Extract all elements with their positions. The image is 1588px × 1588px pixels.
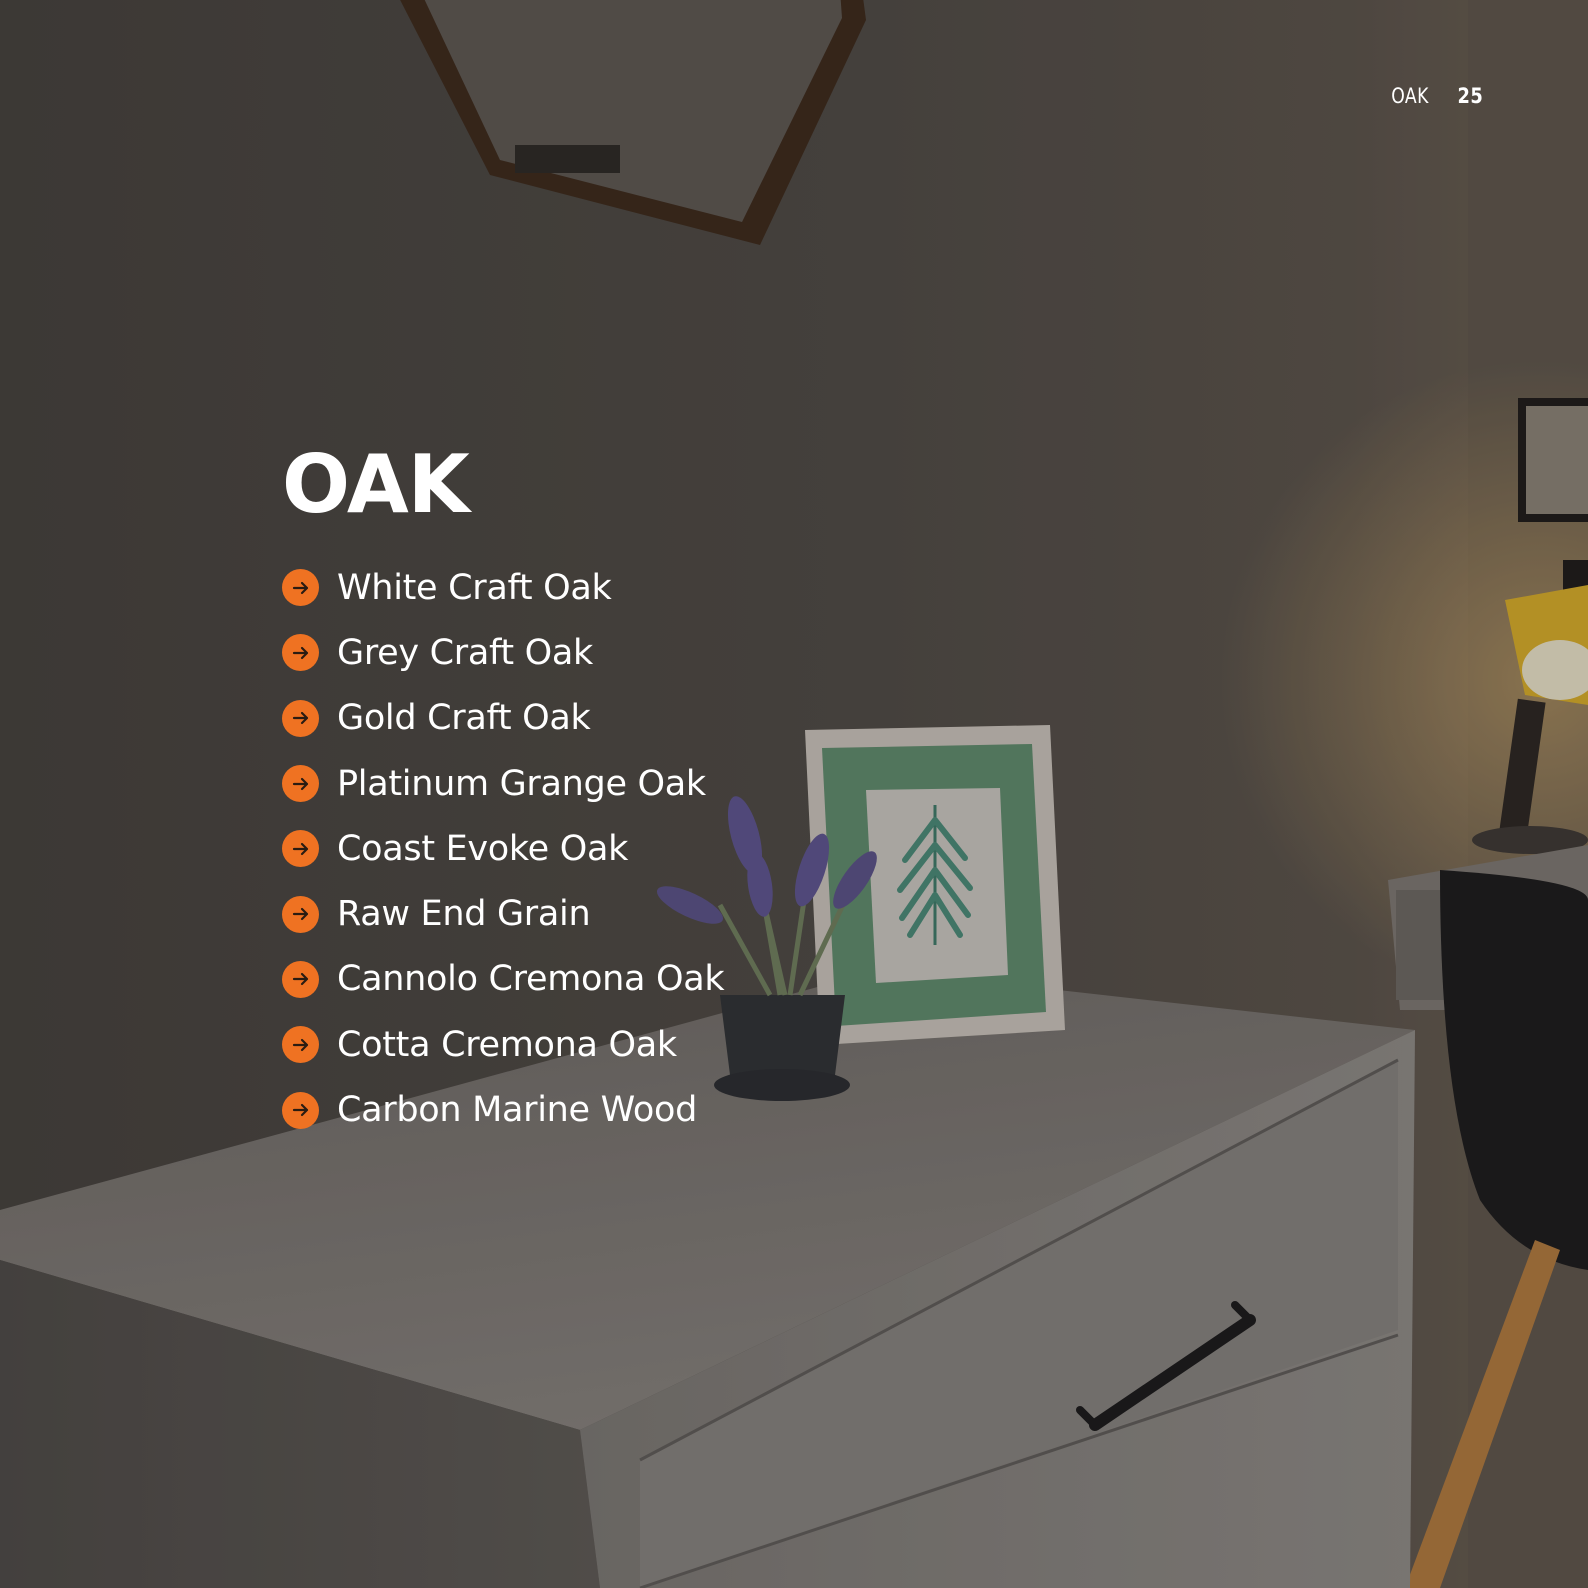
- page-header: OAK 25: [1383, 84, 1483, 108]
- arrow-right-circle-icon: [282, 960, 319, 998]
- finish-item: Cannolo Cremona Oak: [282, 947, 725, 1012]
- arrow-right-circle-icon: [282, 699, 319, 737]
- arrow-right-circle-icon: [282, 569, 319, 607]
- finish-label: Cotta Cremona Oak: [337, 1024, 677, 1065]
- arrow-right-circle-icon: [282, 895, 319, 933]
- finish-item: Grey Craft Oak: [282, 620, 724, 685]
- finish-label: Gold Craft Oak: [337, 698, 591, 739]
- arrow-right-circle-icon: [282, 634, 319, 672]
- finish-item: Coast Evoke Oak: [282, 816, 724, 881]
- finish-label: Carbon Marine Wood: [337, 1090, 698, 1131]
- arrow-right-circle-icon: [282, 830, 319, 868]
- arrow-right-circle-icon: [282, 1091, 319, 1129]
- finish-list: White Craft Oak Grey Craft Oak Gold Craft …: [282, 555, 725, 1143]
- finish-item: Carbon Marine Wood: [282, 1077, 724, 1142]
- page-title: OAK: [282, 438, 470, 531]
- finish-item: Raw End Grain: [282, 881, 724, 946]
- page-number: 25: [1457, 84, 1483, 108]
- finish-label: Grey Craft Oak: [337, 632, 594, 673]
- finish-item: Gold Craft Oak: [282, 686, 724, 751]
- section-label: OAK: [1391, 84, 1429, 108]
- finish-label: Coast Evoke Oak: [337, 828, 629, 869]
- finish-label: Cannolo Cremona Oak: [337, 959, 725, 1000]
- finish-item: White Craft Oak: [282, 555, 724, 620]
- background-photo: [0, 0, 1588, 1588]
- arrow-right-circle-icon: [282, 1026, 319, 1064]
- finish-item: Cotta Cremona Oak: [282, 1012, 724, 1077]
- finish-label: White Craft Oak: [337, 567, 612, 608]
- finish-label: Raw End Grain: [337, 894, 591, 935]
- finish-item: Platinum Grange Oak: [282, 751, 724, 816]
- arrow-right-circle-icon: [282, 765, 319, 803]
- finish-label: Platinum Grange Oak: [337, 763, 706, 804]
